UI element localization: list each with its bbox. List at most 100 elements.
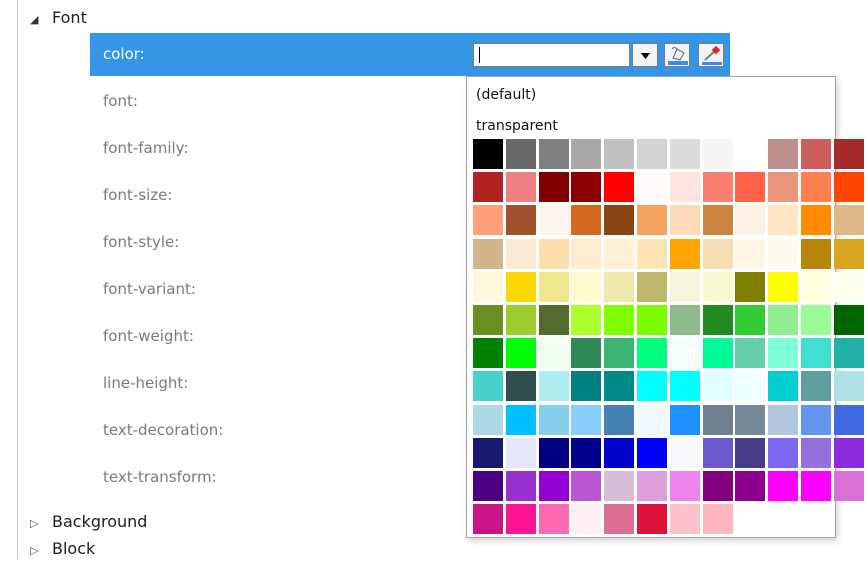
color-swatch[interactable] (801, 205, 831, 236)
color-swatch[interactable] (735, 371, 766, 402)
property-row-text-transform[interactable]: text-transform: (90, 456, 468, 499)
color-swatch[interactable] (473, 238, 503, 269)
color-swatch[interactable] (538, 371, 569, 402)
color-swatch[interactable] (604, 504, 635, 535)
color-swatch[interactable] (637, 404, 667, 435)
color-swatch[interactable] (571, 271, 602, 302)
color-swatch[interactable] (571, 238, 602, 269)
property-row-color[interactable]: color: (90, 33, 468, 76)
paint-bucket-button[interactable] (664, 43, 690, 67)
color-swatch[interactable] (735, 172, 766, 203)
color-swatch[interactable] (538, 238, 569, 269)
color-swatch[interactable] (702, 205, 733, 236)
color-swatch[interactable] (702, 404, 733, 435)
color-swatch[interactable] (768, 271, 799, 302)
color-swatch[interactable] (604, 371, 635, 402)
property-row-line-height[interactable]: line-height: (90, 362, 468, 405)
color-swatch[interactable] (637, 471, 667, 501)
color-swatch[interactable] (637, 504, 667, 535)
color-swatch[interactable] (538, 504, 569, 535)
property-row-text-decoration[interactable]: text-decoration: (90, 409, 468, 452)
color-swatch[interactable] (669, 437, 700, 468)
color-swatch[interactable] (801, 139, 831, 169)
color-swatch[interactable] (669, 172, 700, 203)
color-swatch[interactable] (604, 238, 635, 269)
color-swatch[interactable] (833, 471, 864, 501)
color-swatch[interactable] (571, 172, 602, 203)
color-swatch[interactable] (833, 371, 864, 402)
color-swatch[interactable] (538, 471, 569, 501)
color-swatch[interactable] (505, 404, 536, 435)
color-swatch[interactable] (669, 504, 700, 535)
color-swatch[interactable] (801, 437, 831, 468)
color-swatch[interactable] (473, 404, 503, 435)
color-swatch[interactable] (604, 139, 635, 169)
color-swatch[interactable] (768, 305, 799, 335)
color-swatch[interactable] (801, 371, 831, 402)
color-swatch[interactable] (768, 139, 799, 169)
color-swatch[interactable] (702, 504, 733, 535)
color-swatch[interactable] (637, 139, 667, 169)
color-swatch[interactable] (473, 371, 503, 402)
property-row-font-weight[interactable]: font-weight: (90, 315, 468, 358)
color-swatch[interactable] (538, 139, 569, 169)
color-swatch[interactable] (735, 338, 766, 369)
color-swatch[interactable] (801, 305, 831, 335)
color-swatch[interactable] (473, 504, 503, 535)
color-swatch[interactable] (505, 504, 536, 535)
color-swatch[interactable] (669, 404, 700, 435)
color-swatch[interactable] (505, 371, 536, 402)
color-swatch[interactable] (604, 305, 635, 335)
transparent-color-option[interactable]: transparent (476, 118, 558, 134)
color-swatch[interactable] (735, 471, 766, 501)
color-swatch[interactable] (538, 338, 569, 369)
color-swatch[interactable] (702, 371, 733, 402)
color-swatch[interactable] (637, 371, 667, 402)
color-swatch[interactable] (571, 404, 602, 435)
color-swatch[interactable] (833, 172, 864, 203)
color-swatch[interactable] (735, 139, 766, 169)
color-swatch[interactable] (768, 205, 799, 236)
color-swatch[interactable] (604, 437, 635, 468)
color-swatch[interactable] (702, 305, 733, 335)
color-swatch[interactable] (702, 338, 733, 369)
color-value-input[interactable] (473, 43, 630, 67)
color-swatch[interactable] (702, 238, 733, 269)
color-swatch[interactable] (735, 271, 766, 302)
color-swatch[interactable] (604, 404, 635, 435)
expanded-triangle-icon[interactable]: ◢ (30, 8, 52, 32)
color-swatch[interactable] (833, 437, 864, 468)
color-swatch[interactable] (505, 172, 536, 203)
color-swatch[interactable] (473, 205, 503, 236)
color-dropdown-button[interactable] (632, 43, 658, 67)
color-swatch[interactable] (801, 404, 831, 435)
category-background[interactable]: ▷ Background (30, 510, 147, 534)
color-swatch[interactable] (669, 271, 700, 302)
color-swatch[interactable] (473, 172, 503, 203)
color-swatch[interactable] (571, 205, 602, 236)
property-row-font-family[interactable]: font-family: (90, 127, 468, 170)
color-swatch[interactable] (768, 338, 799, 369)
color-swatch[interactable] (768, 238, 799, 269)
color-swatch[interactable] (768, 371, 799, 402)
color-swatch[interactable] (538, 271, 569, 302)
color-swatch[interactable] (735, 238, 766, 269)
color-swatch[interactable] (505, 305, 536, 335)
collapsed-triangle-icon[interactable]: ▷ (30, 539, 52, 563)
color-swatch[interactable] (637, 172, 667, 203)
color-swatch[interactable] (833, 139, 864, 169)
color-swatch[interactable] (571, 504, 602, 535)
color-swatch[interactable] (669, 139, 700, 169)
color-swatch[interactable] (571, 139, 602, 169)
color-swatch[interactable] (505, 139, 536, 169)
color-swatch[interactable] (505, 471, 536, 501)
color-swatch[interactable] (833, 238, 864, 269)
color-swatch[interactable] (768, 471, 799, 501)
color-swatch[interactable] (505, 271, 536, 302)
category-block[interactable]: ▷ Block (30, 537, 95, 561)
color-swatch[interactable] (768, 404, 799, 435)
color-swatch[interactable] (505, 238, 536, 269)
color-swatch[interactable] (801, 471, 831, 501)
color-swatch[interactable] (538, 172, 569, 203)
color-swatch[interactable] (473, 471, 503, 501)
